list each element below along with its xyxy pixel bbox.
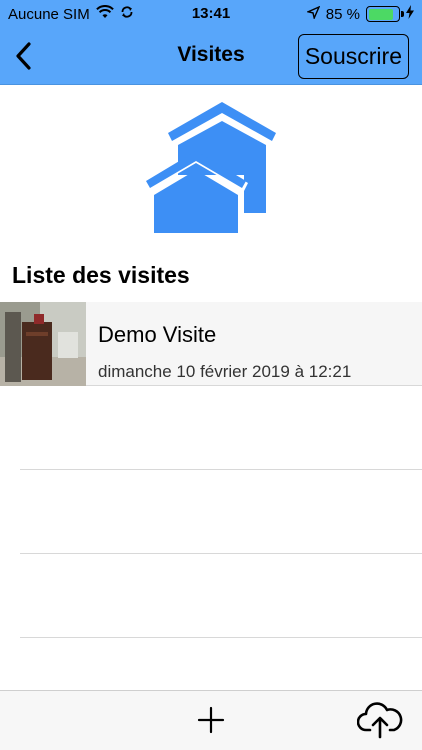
subscribe-button[interactable]: Souscrire [297, 34, 409, 79]
houses-icon [140, 95, 280, 235]
cloud-upload-icon [356, 702, 403, 739]
section-title: Liste des visites [12, 262, 190, 288]
upload-button[interactable] [356, 701, 403, 739]
navigation-bar: Visites Souscrire [0, 28, 422, 85]
visits-list: Demo Visite dimanche 10 février 2019 à 1… [0, 302, 422, 638]
location-arrow-icon [305, 5, 321, 23]
empty-row [20, 554, 422, 638]
add-visit-button[interactable] [196, 705, 226, 735]
plus-icon [197, 706, 225, 734]
battery-percent: 85 % [325, 5, 360, 23]
status-right: 85 % [305, 5, 414, 23]
battery-fill [368, 8, 394, 20]
charging-bolt-icon [406, 5, 414, 23]
bottom-toolbar [0, 690, 422, 750]
status-bar: Aucune SIM 13:41 85 % [0, 0, 422, 28]
empty-row [20, 470, 422, 554]
visit-thumbnail [0, 302, 86, 386]
empty-row [20, 386, 422, 470]
visit-date: dimanche 10 février 2019 à 12:21 [98, 362, 352, 381]
visit-title: Demo Visite [98, 322, 217, 347]
list-item[interactable]: Demo Visite dimanche 10 février 2019 à 1… [0, 302, 422, 386]
battery-icon [366, 6, 404, 22]
